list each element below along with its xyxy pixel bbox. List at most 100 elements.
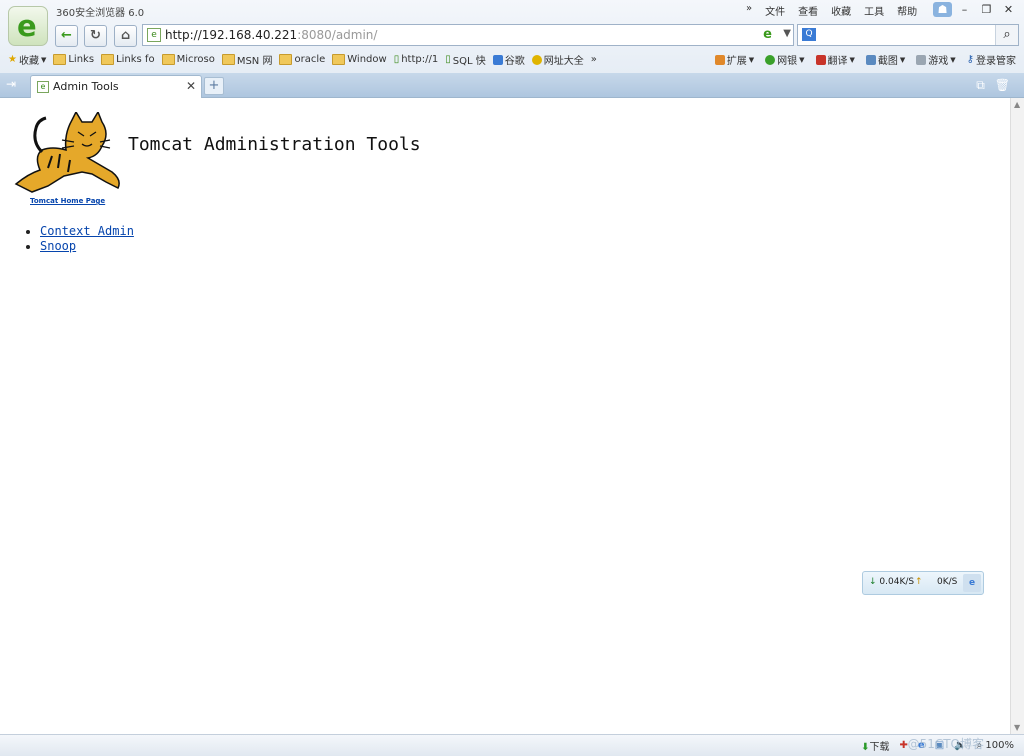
chevron-down-icon[interactable]: ▼ <box>783 28 791 39</box>
home-button[interactable]: ⌂ <box>114 25 137 47</box>
page-icon: ▯ <box>393 54 400 65</box>
app-title: 360安全浏览器 6.0 <box>56 8 145 19</box>
menu-tools[interactable]: 工具 <box>864 3 884 18</box>
snoop-link[interactable]: Snoop <box>40 239 76 253</box>
bookmark-label: 收藏 <box>18 56 39 67</box>
cube-icon <box>714 54 725 65</box>
folder-icon <box>279 54 293 65</box>
tool-games[interactable]: 游戏 ▼ <box>916 52 956 67</box>
key-icon: ⚷ <box>966 54 974 65</box>
google-icon <box>492 54 503 65</box>
trash-icon[interactable]: 🗑 <box>995 78 1010 93</box>
folder-icon <box>101 54 115 65</box>
search-engine-icon[interactable]: Q <box>802 28 816 41</box>
shield-icon <box>765 54 776 65</box>
menu-favorites[interactable]: 收藏 <box>831 3 851 18</box>
page-icon: ▯ <box>445 54 451 65</box>
back-button[interactable]: ← <box>55 25 78 47</box>
tab-ie-icon: e <box>37 81 49 93</box>
upload-speed-value: 0K/S <box>937 577 958 587</box>
bookmarks-more-icon[interactable]: » <box>591 52 597 67</box>
tool-label: 翻译 <box>827 56 848 67</box>
tab-bar: ⇥ e Admin Tools ✕ + ⧉ 🗑 <box>0 73 1024 98</box>
bookmark-links-fo[interactable]: Links fo <box>101 52 155 67</box>
bookmark-sites[interactable]: 网址大全 <box>531 52 584 67</box>
restore-tabs-icon[interactable]: ⧉ <box>976 78 985 93</box>
speed-widget[interactable]: ↓ 0.04K/S ↑ 0K/S e <box>862 571 984 595</box>
menu-more-icon[interactable]: » <box>746 3 752 18</box>
list-item: Snoop <box>40 239 134 254</box>
url-text[interactable]: http://192.168.40.221:8080/admin/ <box>165 28 377 42</box>
bookmark-favorites[interactable]: ★ 收藏 ▼ <box>8 52 46 67</box>
menu-help[interactable]: 帮助 <box>897 3 917 18</box>
download-button[interactable]: ⬇下载 <box>861 738 889 753</box>
chevron-down-icon: ▼ <box>799 55 805 64</box>
tab-admin-tools[interactable]: e Admin Tools ✕ <box>30 75 202 98</box>
bookmark-oracle[interactable]: oracle <box>279 52 325 67</box>
bookmark-label: MSN 网 <box>236 56 273 67</box>
restore-button[interactable]: ❐ <box>977 2 996 17</box>
page-content: Tomcat Home Page Tomcat Administration T… <box>0 98 1010 734</box>
new-tab-button[interactable]: + <box>204 77 224 95</box>
download-icon: ⬇ <box>861 742 870 753</box>
arrow-up-icon: ↑ <box>915 577 923 587</box>
tool-login-manager[interactable]: ⚷ 登录管家 <box>967 52 1016 67</box>
tool-label: 截图 <box>877 56 898 67</box>
chevron-down-icon: ▼ <box>849 55 855 64</box>
tomcat-logo[interactable] <box>12 112 124 194</box>
close-window-button[interactable]: ✕ <box>999 2 1018 17</box>
vertical-scrollbar[interactable]: ▲ ▼ <box>1010 98 1024 734</box>
admin-links-list: Context Admin Snoop <box>28 224 134 254</box>
tool-screenshot[interactable]: 截图 ▼ <box>865 52 906 67</box>
folder-icon <box>332 54 346 65</box>
chevron-down-icon: ▼ <box>950 55 956 64</box>
folder-icon <box>161 54 175 65</box>
ie-e-icon: e <box>17 9 37 43</box>
chevron-down-icon: ▼ <box>748 55 755 64</box>
download-label: 下载 <box>869 742 890 753</box>
bookmark-label: 谷歌 <box>504 56 525 67</box>
address-bar[interactable]: e http://192.168.40.221:8080/admin/ e ▼ <box>142 24 794 46</box>
tool-ebank[interactable]: 网银 ▼ <box>765 52 805 67</box>
context-admin-link[interactable]: Context Admin <box>40 224 134 238</box>
browser-logo[interactable]: e <box>8 6 48 46</box>
refresh-button[interactable]: ↻ <box>84 25 107 47</box>
bookmark-google[interactable]: 谷歌 <box>492 52 525 67</box>
scroll-up-icon[interactable]: ▲ <box>1014 100 1020 109</box>
scissors-icon <box>865 54 876 65</box>
bookmark-sql[interactable]: ▯ SQL 快 <box>445 52 485 67</box>
tab-tools: ⧉ 🗑 <box>976 78 1010 93</box>
status-bar: ⬇下载 ✚ e ▣ 🔈 ⌕ 100% @51CTO博客 <box>0 734 1024 756</box>
download-speed-value: 0.04K/S <box>879 577 915 587</box>
ie-icon[interactable]: e <box>963 574 981 592</box>
bookmark-label: Microso <box>176 54 215 65</box>
close-tab-icon[interactable]: ✕ <box>186 79 196 93</box>
chevron-down-icon: ▼ <box>40 55 47 64</box>
bookmark-microso[interactable]: Microso <box>161 52 215 67</box>
skin-icon[interactable]: ☗ <box>933 2 952 17</box>
tool-label: 扩展 <box>726 56 747 67</box>
bookmark-window[interactable]: Window <box>332 52 387 67</box>
tool-extensions[interactable]: 扩展 ▼ <box>714 52 755 67</box>
bookmark-label: 网址大全 <box>543 56 584 67</box>
upload-speed: ↑ <box>915 577 923 587</box>
sidebar-toggle-icon[interactable]: ⇥ <box>6 77 22 93</box>
scroll-down-icon[interactable]: ▼ <box>1014 723 1020 732</box>
bookmark-label: Links fo <box>116 54 155 65</box>
tool-translate[interactable]: 翻译 ▼ <box>815 52 855 67</box>
search-box[interactable]: Q ⌕ <box>797 24 1019 46</box>
bookmark-label: oracle <box>294 54 326 65</box>
bookmark-msn[interactable]: MSN 网 <box>221 52 273 67</box>
bookmark-http[interactable]: ▯ http://1 <box>394 52 439 67</box>
bookmark-links[interactable]: Links <box>53 52 94 67</box>
tomcat-home-link[interactable]: Tomcat Home Page <box>30 197 105 205</box>
minimize-button[interactable]: – <box>955 2 974 17</box>
list-item: Context Admin <box>40 224 134 239</box>
bookmark-label: http://1 <box>401 54 439 65</box>
menu-view[interactable]: 查看 <box>798 3 818 18</box>
menu-file[interactable]: 文件 <box>765 3 785 18</box>
search-button[interactable]: ⌕ <box>995 25 1018 45</box>
ie-mode-icon[interactable]: e <box>763 27 772 42</box>
tab-title: Admin Tools <box>53 80 119 93</box>
chevron-down-icon: ▼ <box>899 55 906 64</box>
